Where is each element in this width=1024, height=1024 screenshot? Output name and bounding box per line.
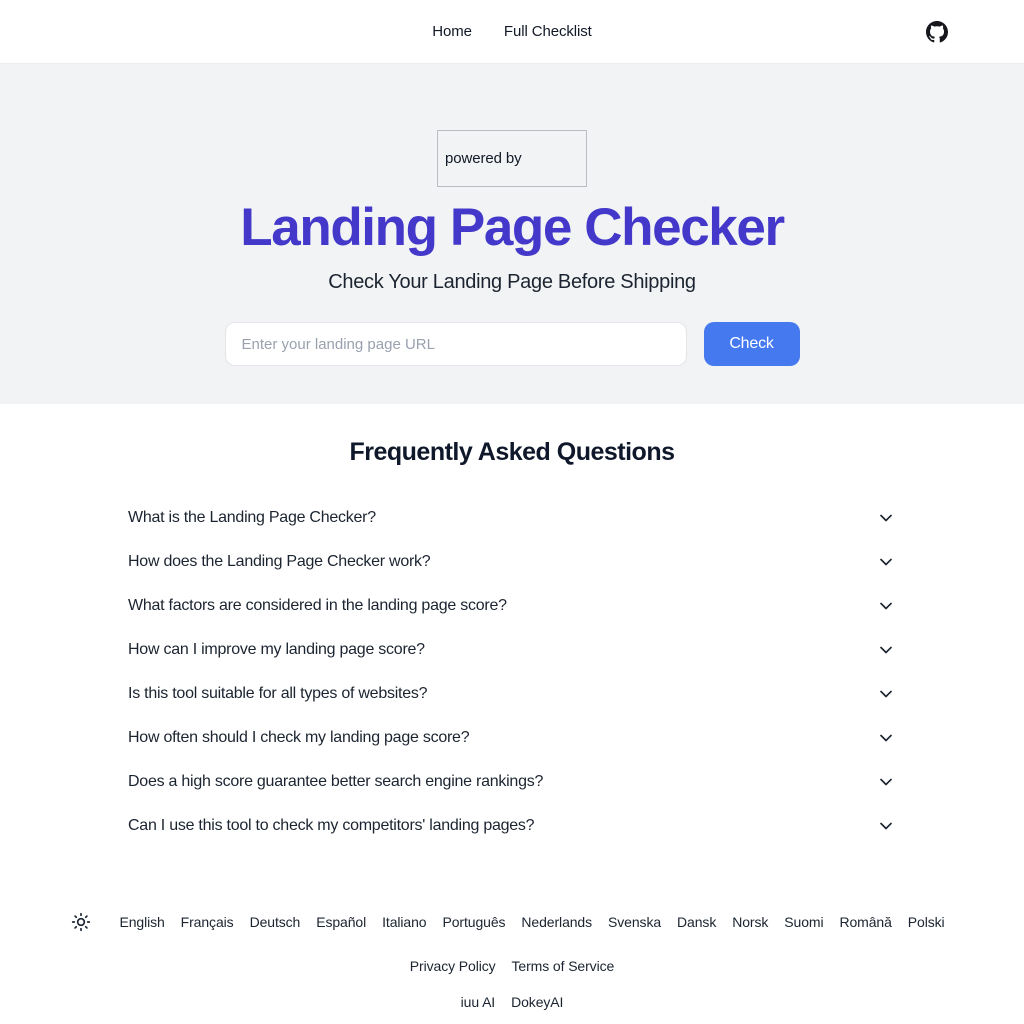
language-selector: English Français Deutsch Español Italiano Por…: [0, 912, 1024, 932]
powered-by-badge: powered by: [437, 130, 587, 187]
hero-section: powered by Landing Page Checker Check Yo…: [0, 64, 1024, 404]
chevron-down-icon[interactable]: [876, 552, 896, 572]
legal-links: Privacy Policy Terms of Service: [0, 958, 1024, 974]
faq-heading: Frequently Asked Questions: [349, 438, 675, 466]
legal-link[interactable]: Privacy Policy: [410, 958, 496, 974]
page-subtitle: Check Your Landing Page Before Shipping: [328, 271, 696, 294]
brand-links: iuu AI DokeyAI: [0, 994, 1024, 1010]
primary-nav: Home Full Checklist: [432, 23, 592, 40]
nav-item-full-checklist[interactable]: Full Checklist: [504, 23, 592, 40]
brand-link[interactable]: DokeyAI: [511, 994, 563, 1010]
chevron-down-icon[interactable]: [876, 640, 896, 660]
faq-item[interactable]: Is this tool suitable for all types of w…: [128, 672, 896, 716]
nav-item-home[interactable]: Home: [432, 23, 472, 40]
faq-question: What is the Landing Page Checker?: [128, 509, 376, 526]
language-link[interactable]: Português: [435, 914, 514, 930]
chevron-down-icon[interactable]: [876, 772, 896, 792]
faq-question: Can I use this tool to check my competit…: [128, 817, 535, 834]
language-link[interactable]: Italiano: [374, 914, 434, 930]
faq-question: How can I improve my landing page score?: [128, 641, 425, 658]
faq-item[interactable]: Does a high score guarantee better searc…: [128, 760, 896, 804]
language-link[interactable]: Dansk: [669, 914, 724, 930]
site-header: Home Full Checklist: [0, 0, 1024, 64]
language-link[interactable]: Nederlands: [513, 914, 600, 930]
language-link[interactable]: Norsk: [724, 914, 776, 930]
chevron-down-icon[interactable]: [876, 728, 896, 748]
site-footer: English Français Deutsch Español Italiano Por…: [0, 912, 1024, 1024]
faq-question: Is this tool suitable for all types of w…: [128, 685, 428, 702]
powered-by-label: powered by: [445, 150, 522, 167]
faq-item[interactable]: How often should I check my landing page…: [128, 716, 896, 760]
sun-icon[interactable]: [71, 912, 91, 932]
language-links: English Français Deutsch Español Italiano Por…: [111, 914, 952, 930]
language-link[interactable]: Français: [173, 914, 242, 930]
faq-item[interactable]: Can I use this tool to check my competit…: [128, 804, 896, 848]
url-check-form: Check: [224, 322, 800, 367]
check-button[interactable]: Check: [703, 322, 800, 367]
faq-item[interactable]: How can I improve my landing page score?: [128, 628, 896, 672]
language-link[interactable]: Deutsch: [242, 914, 309, 930]
language-link[interactable]: Suomi: [776, 914, 831, 930]
landing-page-url-input[interactable]: [224, 322, 687, 367]
language-link[interactable]: Español: [308, 914, 374, 930]
faq-question: What factors are considered in the landi…: [128, 597, 507, 614]
github-icon[interactable]: [926, 20, 948, 43]
language-link[interactable]: Română: [831, 914, 899, 930]
chevron-down-icon[interactable]: [876, 508, 896, 528]
language-link[interactable]: Svenska: [600, 914, 669, 930]
page-root: Home Full Checklist powered by Landing P…: [0, 0, 1024, 1024]
page-title: Landing Page Checker: [240, 198, 785, 257]
chevron-down-icon[interactable]: [876, 684, 896, 704]
language-link[interactable]: Polski: [900, 914, 953, 930]
language-link[interactable]: English: [111, 914, 172, 930]
faq-item[interactable]: How does the Landing Page Checker work?: [128, 540, 896, 584]
chevron-down-icon[interactable]: [876, 596, 896, 616]
faq-question: How does the Landing Page Checker work?: [128, 553, 431, 570]
faq-item[interactable]: What factors are considered in the landi…: [128, 584, 896, 628]
faq-section: Frequently Asked Questions What is the L…: [0, 404, 1024, 912]
faq-question: Does a high score guarantee better searc…: [128, 773, 544, 790]
faq-question: How often should I check my landing page…: [128, 729, 470, 746]
brand-link[interactable]: iuu AI: [461, 994, 496, 1010]
faq-item[interactable]: What is the Landing Page Checker?: [128, 496, 896, 540]
legal-link[interactable]: Terms of Service: [512, 958, 615, 974]
faq-list: What is the Landing Page Checker? How doe…: [128, 496, 896, 848]
chevron-down-icon[interactable]: [876, 816, 896, 836]
